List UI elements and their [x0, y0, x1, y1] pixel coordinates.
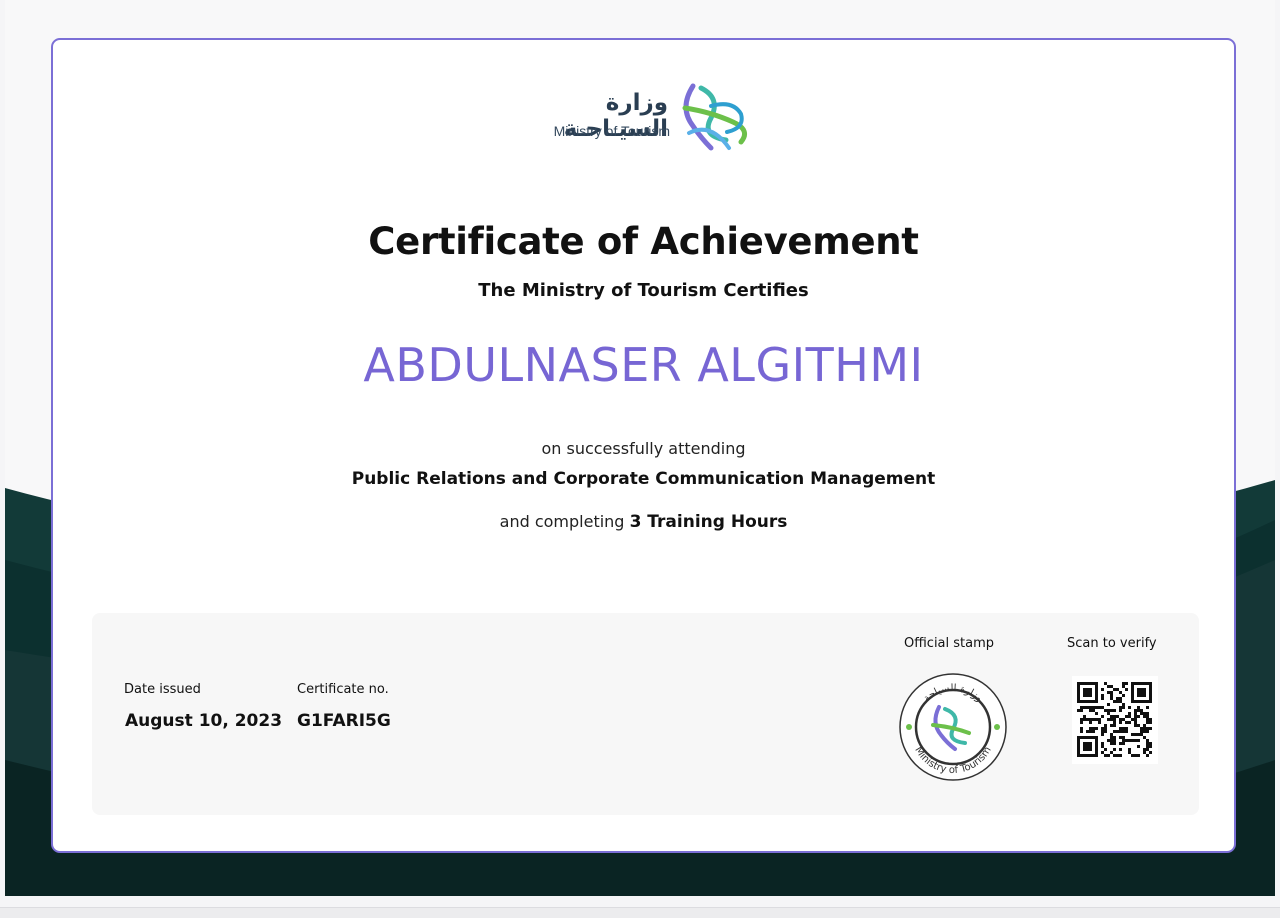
- verification-qr-code[interactable]: [1072, 676, 1158, 764]
- training-hours: 3 Training Hours: [629, 512, 788, 532]
- ministry-emblem-icon: [682, 83, 748, 151]
- certificate-title: Certificate of Achievement: [368, 220, 919, 263]
- certificate-card: وزارة السيـاحـة Ministry of Tourism Cert…: [51, 38, 1236, 853]
- date-issued-value: August 10, 2023: [125, 711, 283, 731]
- certificate-number-value: G1FARI5G: [297, 711, 391, 731]
- logo-english-text: Ministry of Tourism: [553, 123, 670, 139]
- attending-text: on successfully attending: [541, 439, 746, 458]
- recipient-name: ABDULNASER ALGITHMI: [363, 338, 924, 392]
- date-issued-label: Date issued: [124, 682, 201, 697]
- scan-to-verify-label: Scan to verify: [1067, 636, 1157, 651]
- certificate-subtitle: The Ministry of Tourism Certifies: [478, 280, 809, 301]
- official-stamp-label: Official stamp: [904, 636, 995, 651]
- next-page-edge: [0, 907, 1280, 918]
- ministry-logo: وزارة السيـاحـة Ministry of Tourism: [533, 78, 773, 158]
- qr-code-icon: [1077, 682, 1152, 757]
- certificate-number-label: Certificate no.: [297, 682, 389, 697]
- certificate-page: وزارة السيـاحـة Ministry of Tourism Cert…: [5, 0, 1275, 896]
- official-stamp: وزارة السياحة Ministry of Tourism: [899, 673, 1007, 781]
- course-name: Public Relations and Corporate Communica…: [351, 469, 936, 489]
- completing-text: and completing: [499, 512, 625, 531]
- hours-line: and completing 3 Training Hours: [53, 512, 1234, 532]
- certificate-footer: Date issued August 10, 2023 Certificate …: [92, 613, 1199, 815]
